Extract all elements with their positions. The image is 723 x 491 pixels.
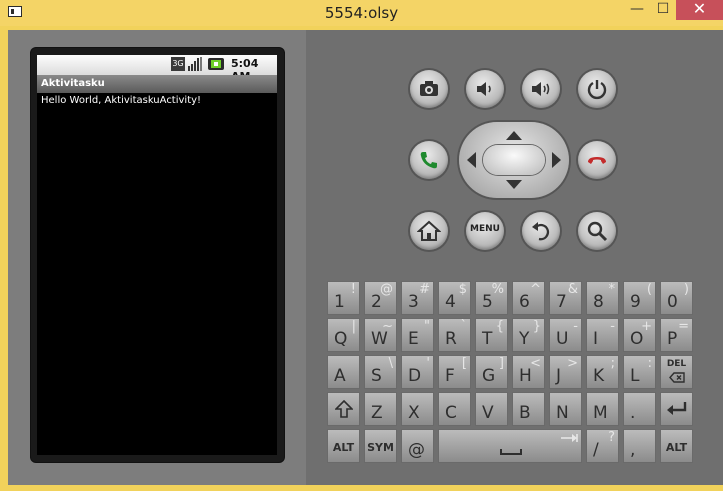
key-8[interactable]: 8 * [586, 281, 619, 315]
hello-world-text: Hello World, AktivitaskuActivity! [41, 95, 202, 106]
key-comma[interactable]: , [623, 429, 656, 463]
key-g[interactable]: G] [475, 355, 508, 389]
end-call-button[interactable] [578, 141, 616, 179]
android-statusbar: 3G 5:04 AM [37, 55, 277, 83]
search-button[interactable] [578, 212, 616, 250]
key-v[interactable]: V [475, 392, 508, 426]
window-titlebar: 5554:olsy — ☐ ✕ [0, 0, 723, 26]
key-sym[interactable]: SYM [364, 429, 397, 463]
key-6[interactable]: 6 ^ [512, 281, 545, 315]
key-4[interactable]: 4 $ [438, 281, 471, 315]
power-button[interactable] [578, 70, 616, 108]
phone-green-icon [420, 152, 437, 169]
key-t[interactable]: T{ [475, 318, 508, 352]
key-u[interactable]: U- [549, 318, 582, 352]
key-m[interactable]: M [586, 392, 619, 426]
home-button[interactable] [410, 212, 448, 250]
dpad-up-icon[interactable] [506, 131, 522, 140]
key-z[interactable]: Z [364, 392, 397, 426]
speaker-low-icon [477, 82, 491, 96]
window-title: 5554:olsy [324, 4, 399, 22]
key-s[interactable]: S \ [364, 355, 397, 389]
key-r[interactable]: R ` [438, 318, 471, 352]
key-7[interactable]: 7 & [549, 281, 582, 315]
hardware-keyboard: 1! 2 @ 3 # 4 $ 5% 6 ^ 7 & 8 * 9( 0) Q | W ~ E " R… [327, 281, 700, 463]
signal-icon [187, 57, 203, 71]
backspace-icon [669, 372, 685, 383]
power-icon [587, 80, 607, 100]
battery-icon [207, 57, 225, 71]
dpad-right-icon[interactable] [552, 152, 561, 168]
key-x[interactable]: X [401, 392, 434, 426]
key-i[interactable]: I- [586, 318, 619, 352]
key-h[interactable]: H < [512, 355, 545, 389]
key-alt-right[interactable]: ALT [660, 429, 693, 463]
shift-icon [335, 400, 353, 418]
key-c[interactable]: C [438, 392, 471, 426]
key-l[interactable]: L: [623, 355, 656, 389]
menu-button[interactable]: MENU [466, 212, 504, 250]
key-j[interactable]: J > [549, 355, 582, 389]
dpad[interactable] [459, 122, 569, 198]
key-f[interactable]: F[ [438, 355, 471, 389]
key-y[interactable]: Y} [512, 318, 545, 352]
back-arrow-icon [532, 222, 550, 241]
key-p[interactable]: P = [660, 318, 693, 352]
home-icon [417, 220, 441, 241]
space-icon [500, 449, 522, 455]
volume-down-button[interactable] [466, 70, 504, 108]
key-n[interactable]: N [549, 392, 582, 426]
key-1[interactable]: 1! [327, 281, 360, 315]
key-b[interactable]: B [512, 392, 545, 426]
call-button[interactable] [410, 141, 448, 179]
key-period[interactable]: . [623, 392, 656, 426]
key-9[interactable]: 9( [623, 281, 656, 315]
key-2[interactable]: 2 @ [364, 281, 397, 315]
search-icon [587, 221, 608, 242]
key-alt-left[interactable]: ALT [327, 429, 360, 463]
camera-button[interactable] [410, 70, 448, 108]
camera-icon [420, 81, 438, 96]
key-space[interactable] [438, 429, 582, 463]
key-enter[interactable] [660, 392, 693, 426]
key-a[interactable]: A [327, 355, 360, 389]
key-w[interactable]: W ~ [364, 318, 397, 352]
key-at[interactable]: @ [401, 429, 434, 463]
key-k[interactable]: K; [586, 355, 619, 389]
key-slash[interactable]: /? [586, 429, 619, 463]
key-e[interactable]: E " [401, 318, 434, 352]
app-title-bar: Aktivitasku [37, 75, 277, 93]
key-shift[interactable] [327, 392, 360, 426]
device-screen[interactable]: 3G 5:04 AM Aktivitasku Hello World, Akti… [37, 55, 277, 455]
back-button[interactable] [522, 212, 560, 250]
minimize-button[interactable]: — [624, 0, 650, 20]
network-3g-icon: 3G [171, 57, 185, 71]
dpad-center-button[interactable] [483, 145, 545, 175]
speaker-high-icon [532, 82, 550, 96]
key-5[interactable]: 5% [475, 281, 508, 315]
maximize-button[interactable]: ☐ [650, 0, 676, 20]
key-q[interactable]: Q | [327, 318, 360, 352]
tab-arrow-icon [561, 434, 578, 442]
key-0[interactable]: 0) [660, 281, 693, 315]
volume-up-button[interactable] [522, 70, 560, 108]
key-d[interactable]: D ' [401, 355, 434, 389]
key-delete[interactable]: DEL [660, 355, 693, 389]
dpad-down-icon[interactable] [506, 180, 522, 189]
menu-label: MENU [470, 224, 500, 234]
enter-icon [667, 402, 687, 415]
phone-red-icon [588, 157, 606, 164]
key-o[interactable]: O + [623, 318, 656, 352]
close-button[interactable]: ✕ [676, 0, 723, 20]
key-3[interactable]: 3 # [401, 281, 434, 315]
dpad-left-icon[interactable] [467, 152, 476, 168]
